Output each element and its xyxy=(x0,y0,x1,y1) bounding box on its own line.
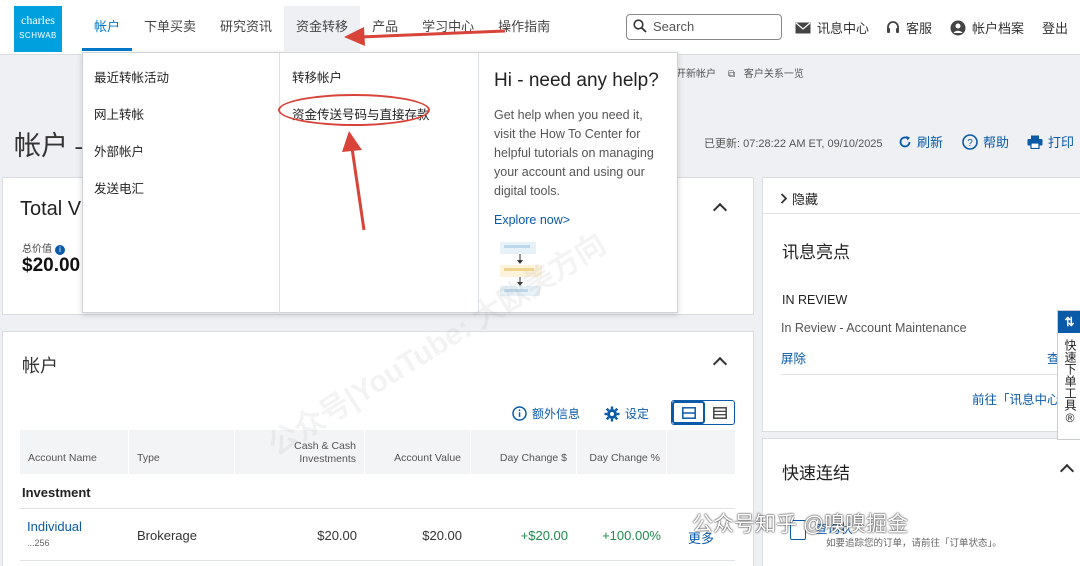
watermark-text: 公众号知乎 @嗅嗅掘金 xyxy=(692,513,909,536)
